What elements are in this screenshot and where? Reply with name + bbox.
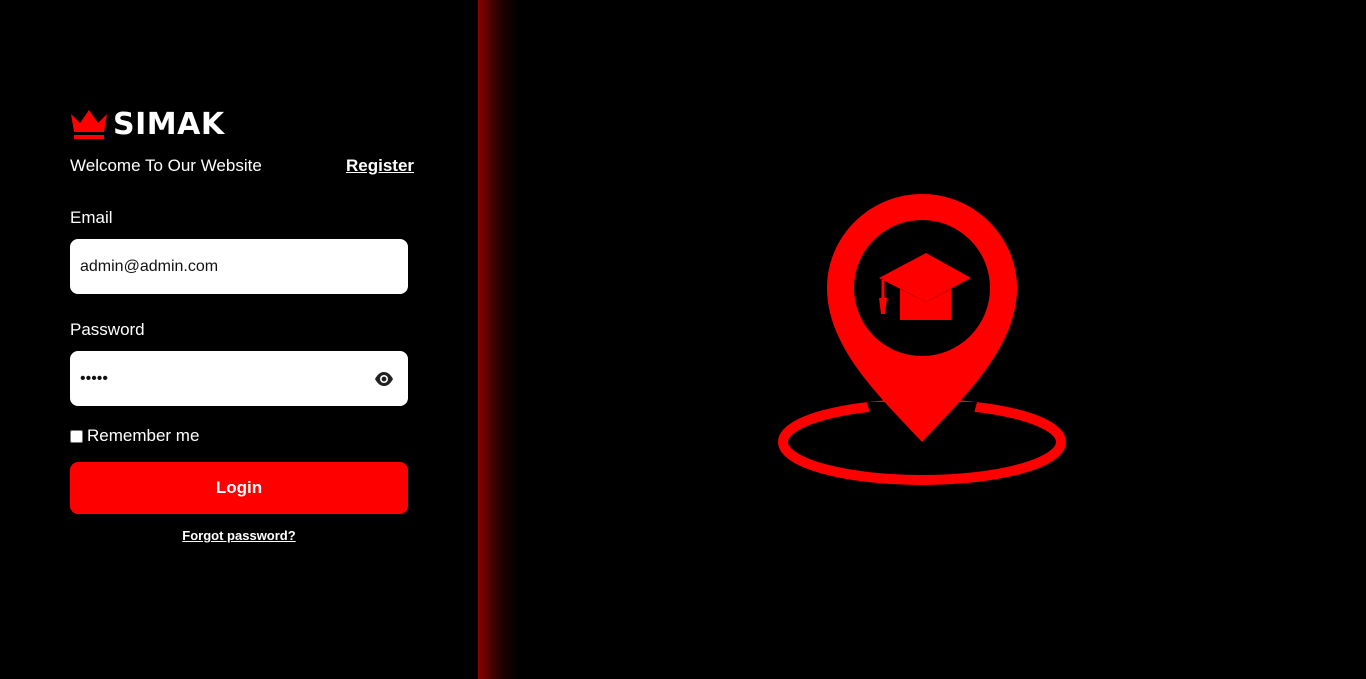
email-input[interactable] [80, 239, 370, 294]
panel-divider [478, 0, 518, 679]
login-page: SIMAK Welcome To Our Website Register Em… [0, 0, 1366, 679]
location-pin-graduation-cap-icon [778, 194, 1066, 485]
welcome-text: Welcome To Our Website [70, 156, 262, 175]
email-field[interactable] [70, 239, 408, 294]
register-link[interactable]: Register [346, 156, 414, 176]
password-field[interactable] [70, 351, 408, 406]
eye-icon[interactable] [374, 370, 394, 388]
login-panel: SIMAK Welcome To Our Website Register Em… [0, 0, 478, 679]
remember-label: Remember me [87, 426, 200, 445]
brand-logo: SIMAK [70, 107, 225, 143]
crown-icon [71, 110, 107, 139]
password-input[interactable] [80, 351, 370, 406]
forgot-password-link[interactable]: Forgot password? [70, 528, 408, 544]
email-label: Email [70, 208, 113, 227]
login-button[interactable]: Login [70, 462, 408, 514]
remember-me[interactable]: Remember me [70, 426, 199, 446]
password-label: Password [70, 320, 145, 339]
brand-name: SIMAK [113, 107, 225, 142]
remember-checkbox[interactable] [70, 429, 83, 443]
